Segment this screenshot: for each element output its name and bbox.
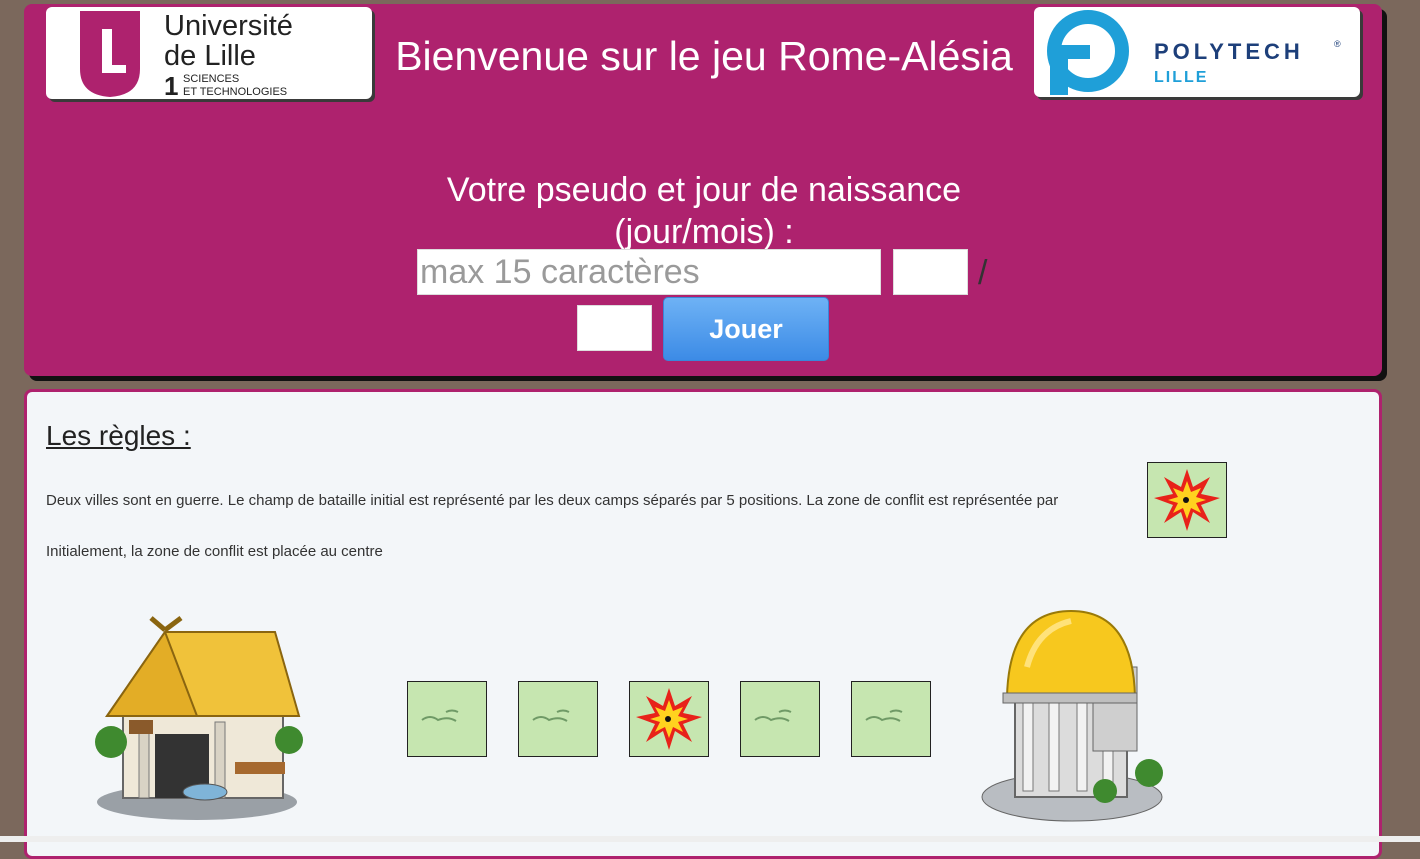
battlefield-position-4 bbox=[740, 681, 820, 757]
ulille-line1: Université bbox=[164, 10, 293, 42]
rules-text-line2: Initialement, la zone de conflit est pla… bbox=[46, 543, 383, 560]
pseudo-input[interactable] bbox=[417, 249, 881, 295]
polytech-line1: POLYTECH bbox=[1154, 39, 1304, 64]
ulille-line4: ET TECHNOLOGIES bbox=[183, 86, 287, 98]
date-separator: / bbox=[978, 254, 988, 292]
login-prompt: Votre pseudo et jour de naissance (jour/… bbox=[446, 171, 962, 251]
rules-panel: Les règles : Deux villes sont en guerre.… bbox=[24, 389, 1382, 859]
birth-month-input[interactable] bbox=[577, 305, 652, 351]
ulille-number: 1 bbox=[164, 71, 178, 99]
battlefield-position-2 bbox=[518, 681, 598, 757]
bottom-scroll-edge bbox=[0, 836, 1420, 842]
ulille-line3: SCIENCES bbox=[183, 73, 239, 85]
rome-house-icon bbox=[95, 616, 303, 820]
polytech-mark: ® bbox=[1334, 39, 1341, 49]
battlefield-position-1 bbox=[407, 681, 487, 757]
polytech-lille-logo-image: POLYTECH ® LILLE bbox=[1047, 10, 1341, 95]
battlefield-position-5 bbox=[851, 681, 931, 757]
play-button[interactable]: Jouer bbox=[663, 297, 829, 361]
ulille-line2: de Lille bbox=[164, 40, 256, 72]
polytech-line2: LILLE bbox=[1154, 69, 1208, 86]
header-panel: Université de Lille 1 SCIENCES ET TECHNO… bbox=[24, 4, 1382, 376]
birth-day-input[interactable] bbox=[893, 249, 968, 295]
page-title: Bienvenue sur le jeu Rome-Alésia bbox=[395, 33, 1013, 79]
rules-title: Les règles : bbox=[46, 420, 191, 451]
conflict-zone-legend-icon bbox=[1147, 462, 1227, 538]
alesia-temple-icon bbox=[981, 609, 1163, 822]
battlefield-position-3-conflict bbox=[629, 681, 709, 757]
rules-text-line1: Deux villes sont en guerre. Le champ de … bbox=[46, 492, 1059, 509]
polytech-lille-logo[interactable]: POLYTECH ® LILLE bbox=[1034, 7, 1360, 97]
universite-lille-logo-image: Université de Lille 1 SCIENCES ET TECHNO… bbox=[80, 10, 293, 101]
universite-lille-logo[interactable]: Université de Lille 1 SCIENCES ET TECHNO… bbox=[46, 7, 372, 101]
